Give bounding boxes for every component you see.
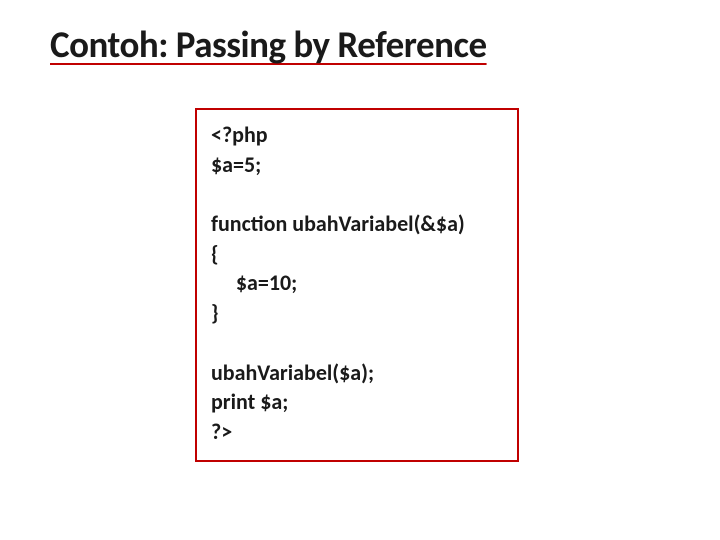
- code-box: <?php $a=5; function ubahVariabel(&$a) {…: [195, 108, 519, 462]
- slide-title: Contoh: Passing by Reference: [50, 22, 670, 67]
